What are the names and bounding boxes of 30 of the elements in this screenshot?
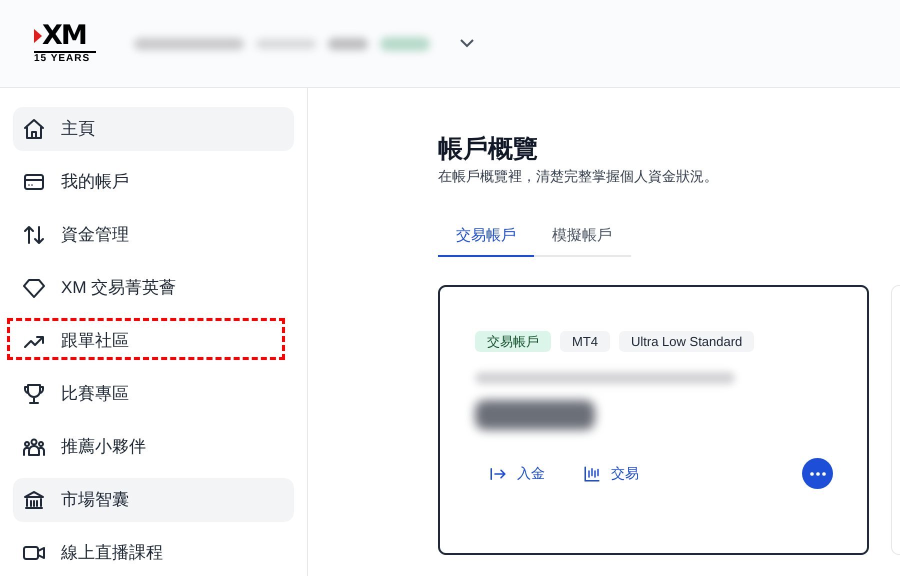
tab[interactable]: 模擬帳戶 (534, 217, 630, 257)
account-tag: 交易帳戶 (475, 331, 551, 352)
up-down-arrows-icon (22, 223, 46, 247)
sidebar-item[interactable]: 比賽專區 (13, 372, 294, 416)
sidebar-item[interactable]: 跟單社區 (13, 319, 294, 363)
action-button[interactable]: 交易 (583, 463, 639, 484)
sidebar-item[interactable]: XM 交易菁英薈 (13, 266, 294, 310)
home-icon (22, 117, 46, 141)
logo: XM (42, 22, 86, 50)
sidebar-item[interactable]: 市場智囊 (13, 478, 294, 522)
more-icon (810, 472, 826, 476)
sidebar-item[interactable]: 線上直播課程 (13, 531, 294, 575)
action-button[interactable]: 入金 (489, 463, 545, 484)
logo-subtitle: 15 YEARS (34, 53, 90, 65)
sidebar-item[interactable]: 主頁 (13, 107, 294, 151)
tab[interactable]: 交易帳戶 (438, 217, 534, 257)
page-title: 帳戶概覽 (438, 134, 539, 164)
account-tag: Ultra Low Standard (619, 331, 754, 352)
chevron-down-icon[interactable] (460, 39, 474, 48)
trophy-icon (22, 382, 46, 406)
bank-icon (22, 488, 46, 512)
sidebar-item[interactable]: 我的帳戶 (13, 160, 294, 204)
sidebar-item[interactable]: 資金管理 (13, 213, 294, 257)
account-tag: MT4 (560, 331, 610, 352)
candlestick-chart-icon (583, 464, 601, 482)
diamond-icon (22, 276, 46, 300)
page-subtitle: 在帳戶概覽裡，清楚完整掌握個人資金狀況。 (438, 167, 719, 186)
logo-triangle-icon (34, 29, 42, 43)
more-button[interactable] (802, 458, 833, 489)
sidebar-item[interactable]: 推薦小夥伴 (13, 425, 294, 469)
